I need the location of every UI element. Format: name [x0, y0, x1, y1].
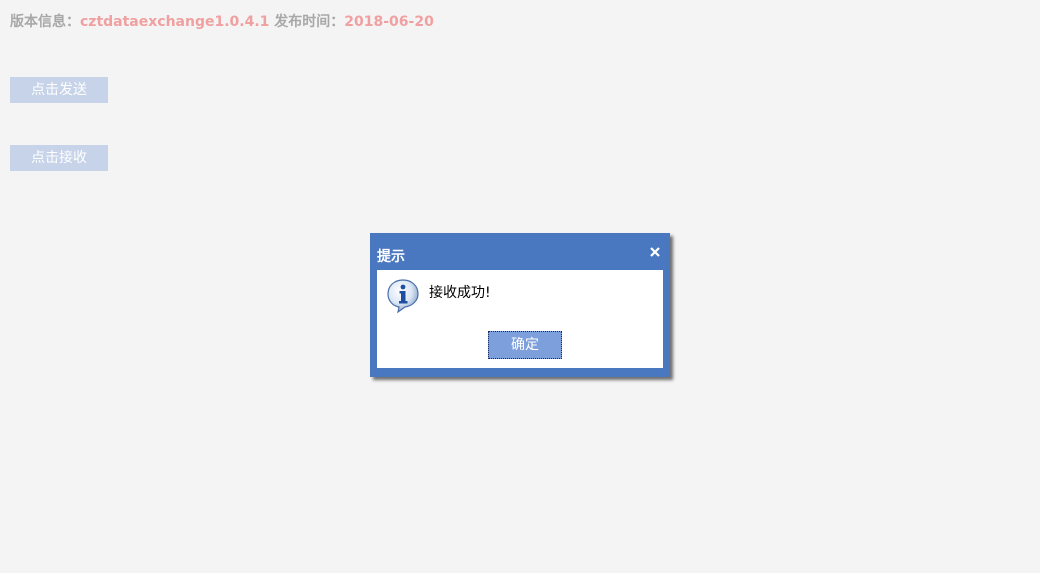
- release-date-label: 发布时间：: [269, 14, 345, 30]
- version-value: cztdataexchange1.0.4.1: [80, 14, 270, 30]
- release-date-value: 2018-06-20: [344, 14, 434, 30]
- receive-button[interactable]: 点击接收: [10, 145, 108, 171]
- close-icon[interactable]: [649, 243, 661, 257]
- send-button[interactable]: 点击发送: [10, 77, 108, 103]
- info-icon: [386, 278, 420, 314]
- page: 版本信息：cztdataexchange1.0.4.1 发布时间：2018-06…: [0, 0, 1040, 573]
- dialog-title: 提示: [377, 249, 405, 265]
- ok-button[interactable]: 确定: [488, 331, 562, 359]
- version-label: 版本信息：: [10, 14, 80, 30]
- dialog-message: 接收成功!: [429, 285, 491, 301]
- message-dialog: 提示 接收成功! 确定: [370, 233, 670, 377]
- version-info: 版本信息：cztdataexchange1.0.4.1 发布时间：2018-06…: [10, 11, 434, 31]
- dialog-body: 接收成功! 确定: [377, 270, 663, 368]
